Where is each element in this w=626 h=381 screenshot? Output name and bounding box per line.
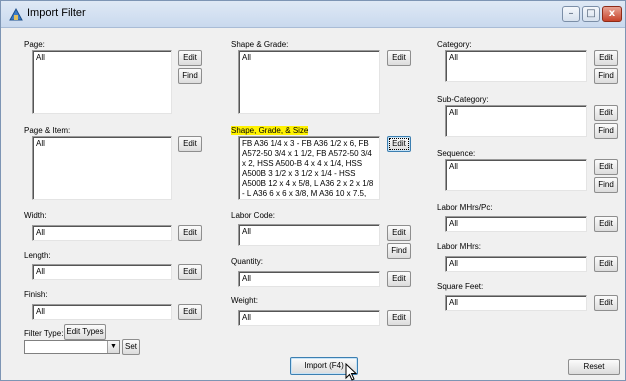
weight-field[interactable]: All	[238, 310, 380, 326]
width-edit-button[interactable]: Edit	[178, 225, 202, 241]
weight-value: All	[242, 313, 251, 322]
labor-mhrs-pc-field[interactable]: All	[445, 216, 587, 232]
labor-mhrs-field[interactable]: All	[445, 256, 587, 272]
sequence-list[interactable]: All	[445, 159, 587, 191]
category-list-value: All	[449, 53, 458, 62]
import-filter-icon	[9, 7, 23, 21]
labor-code-find-button[interactable]: Find	[387, 243, 411, 259]
import-filter-window: Import Filter – □ x Page: All Edit Find …	[0, 0, 626, 381]
subcategory-find-button[interactable]: Find	[594, 123, 618, 139]
labor-mhrs-pc-value: All	[449, 219, 458, 228]
page-edit-button[interactable]: Edit	[178, 50, 202, 66]
shape-grade-size-list[interactable]: FB A36 1/4 x 3 - FB A36 1/2 x 6, FB A572…	[238, 136, 380, 200]
page-find-button[interactable]: Find	[178, 68, 202, 84]
labor-mhrs-edit-button[interactable]: Edit	[594, 256, 618, 272]
page-item-edit-button[interactable]: Edit	[178, 136, 202, 152]
square-feet-field[interactable]: All	[445, 295, 587, 311]
quantity-value: All	[242, 274, 251, 283]
page-list[interactable]: All	[32, 50, 172, 114]
length-value: All	[36, 267, 45, 276]
labor-mhrs-pc-label: Labor MHrs/Pc:	[437, 203, 493, 212]
sequence-label: Sequence:	[437, 149, 476, 158]
title-bar[interactable]: Import Filter – □ x	[1, 1, 625, 28]
shape-grade-list-value: All	[242, 53, 251, 62]
labor-code-list-value: All	[242, 227, 251, 236]
mouse-pointer-icon	[345, 363, 357, 381]
subcategory-edit-button[interactable]: Edit	[594, 105, 618, 121]
category-label: Category:	[437, 40, 472, 49]
weight-label: Weight:	[231, 296, 258, 305]
labor-code-edit-button[interactable]: Edit	[387, 225, 411, 241]
category-list[interactable]: All	[445, 50, 587, 82]
length-field[interactable]: All	[32, 264, 172, 280]
quantity-field[interactable]: All	[238, 271, 380, 287]
shape-grade-size-list-value: FB A36 1/4 x 3 - FB A36 1/2 x 6, FB A572…	[242, 139, 374, 198]
shape-grade-size-label: Shape, Grade, & Size	[231, 126, 309, 135]
close-button[interactable]: x	[602, 6, 622, 22]
labor-mhrs-value: All	[449, 259, 458, 268]
square-feet-value: All	[449, 298, 458, 307]
length-edit-button[interactable]: Edit	[178, 264, 202, 280]
page-item-list-value: All	[36, 139, 45, 148]
subcategory-list[interactable]: All	[445, 105, 587, 137]
sequence-list-value: All	[449, 162, 458, 171]
shape-grade-list[interactable]: All	[238, 50, 380, 114]
width-label: Width:	[24, 211, 47, 220]
shape-grade-edit-button[interactable]: Edit	[387, 50, 411, 66]
finish-edit-button[interactable]: Edit	[178, 304, 202, 320]
filter-type-label: Filter Type:	[24, 329, 64, 338]
width-value: All	[36, 228, 45, 237]
subcategory-list-value: All	[449, 108, 458, 117]
page-item-label: Page & Item:	[24, 126, 71, 135]
sequence-edit-button[interactable]: Edit	[594, 159, 618, 175]
page-item-list[interactable]: All	[32, 136, 172, 200]
category-find-button[interactable]: Find	[594, 68, 618, 84]
page-list-value: All	[36, 53, 45, 62]
minimize-button[interactable]: –	[562, 6, 580, 22]
page-label: Page:	[24, 40, 45, 49]
finish-field[interactable]: All	[32, 304, 172, 320]
quantity-edit-button[interactable]: Edit	[387, 271, 411, 287]
filter-panel: Page: All Edit Find Page & Item: All Edi…	[2, 28, 624, 381]
width-field[interactable]: All	[32, 225, 172, 241]
labor-mhrs-label: Labor MHrs:	[437, 242, 482, 251]
category-edit-button[interactable]: Edit	[594, 50, 618, 66]
maximize-button[interactable]: □	[582, 6, 600, 22]
finish-label: Finish:	[24, 290, 48, 299]
shape-grade-label: Shape & Grade:	[231, 40, 289, 49]
set-button[interactable]: Set	[122, 339, 140, 355]
sequence-find-button[interactable]: Find	[594, 177, 618, 193]
filter-type-select[interactable]: ▼	[24, 340, 120, 354]
reset-button[interactable]: Reset	[568, 359, 620, 375]
weight-edit-button[interactable]: Edit	[387, 310, 411, 326]
shape-grade-size-edit-button[interactable]: Edit	[387, 136, 411, 152]
filter-type-value	[25, 347, 28, 356]
square-feet-edit-button[interactable]: Edit	[594, 295, 618, 311]
labor-mhrs-pc-edit-button[interactable]: Edit	[594, 216, 618, 232]
labor-code-label: Labor Code:	[231, 211, 276, 220]
subcategory-label: Sub-Category:	[437, 95, 489, 104]
quantity-label: Quantity:	[231, 257, 264, 266]
finish-value: All	[36, 307, 45, 316]
square-feet-label: Square Feet:	[437, 282, 484, 291]
length-label: Length:	[24, 251, 51, 260]
chevron-down-icon[interactable]: ▼	[107, 341, 119, 353]
labor-code-list[interactable]: All	[238, 224, 380, 246]
window-title: Import Filter	[27, 7, 86, 19]
edit-types-button[interactable]: Edit Types	[64, 324, 106, 340]
